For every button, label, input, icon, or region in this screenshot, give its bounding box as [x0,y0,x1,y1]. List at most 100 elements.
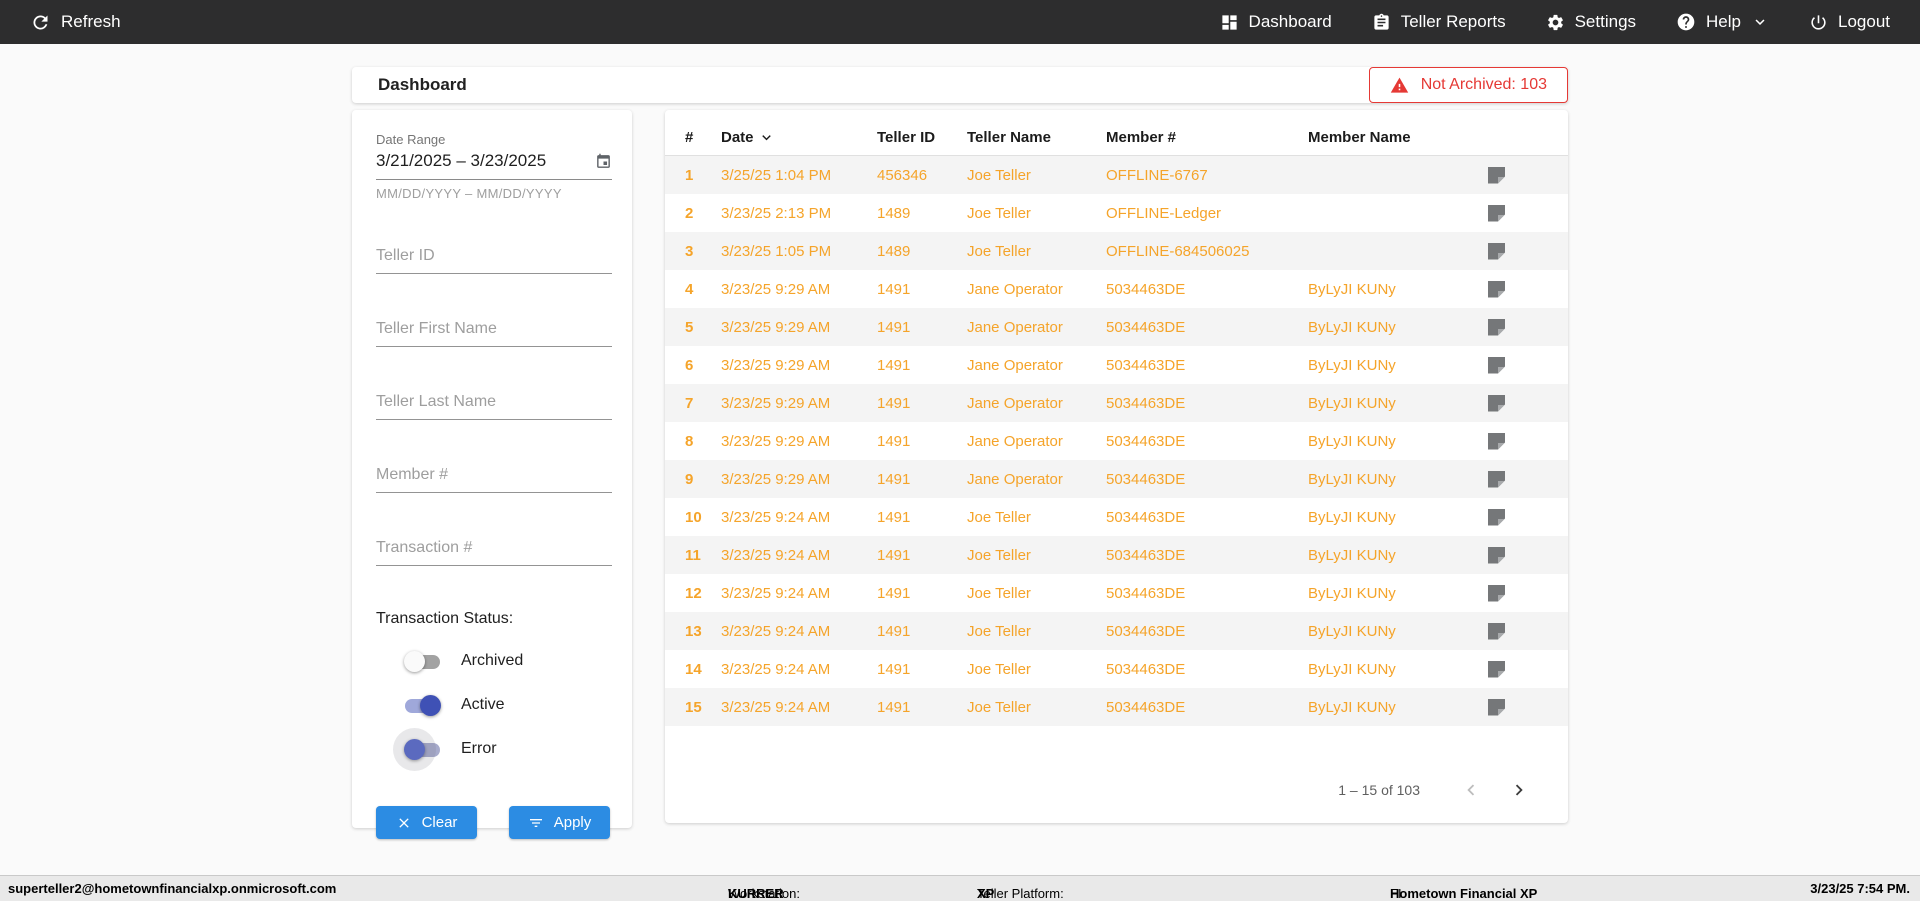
table-row[interactable]: 12 3/23/25 9:24 AM 1491 Joe Teller 5034463DE… [665,574,1568,612]
note-icon[interactable] [1488,699,1505,716]
cell-date: 3/23/25 1:05 PM [721,242,832,260]
filter-sidebar: Date Range 3/21/2025 – 3/23/2025 MM/DD/Y… [352,110,632,839]
note-icon[interactable] [1488,471,1505,488]
cell-member-name: ByLyJI KUNy [1308,356,1396,374]
apply-button-label: Apply [553,814,592,831]
cell-teller-id: 1491 [877,318,911,336]
previous-page-button[interactable] [1460,779,1482,801]
table-row[interactable]: 5 3/23/25 9:29 AM 1491 Jane Operator 5034463… [665,308,1568,346]
calendar-icon[interactable] [595,153,612,170]
note-icon[interactable] [1488,205,1505,222]
row-number: 1 [685,166,694,184]
cell-teller-id: 1491 [877,280,911,298]
column-header-date[interactable]: Date [721,129,877,146]
nav-item-dashboard[interactable]: Dashboard [1220,12,1332,32]
cell-teller-name: Jane Operator [967,432,1063,450]
table-row[interactable]: 14 3/23/25 9:24 AM 1491 Joe Teller 5034463DE… [665,650,1568,688]
note-icon[interactable] [1488,509,1505,526]
table-row[interactable]: 4 3/23/25 9:29 AM 1491 Jane Operator 5034463… [665,270,1568,308]
toggle-row-active: Active [376,694,610,716]
apply-button[interactable]: Apply [509,806,610,839]
archived-toggle-label: Archived [461,652,524,669]
sort-descending-icon [758,129,775,146]
date-range-label: Date Range [376,132,446,147]
table-row[interactable]: 9 3/23/25 9:29 AM 1491 Jane Operator 5034463… [665,460,1568,498]
note-icon[interactable] [1488,281,1505,298]
cell-teller-name: Jane Operator [967,280,1063,298]
teller-id-input[interactable] [376,243,612,274]
note-icon[interactable] [1488,395,1505,412]
column-header-teller-id[interactable]: Teller ID [877,129,967,146]
cell-teller-id: 1491 [877,356,911,374]
note-icon[interactable] [1488,661,1505,678]
cell-date: 3/23/25 9:24 AM [721,660,831,678]
column-header-member-name[interactable]: Member Name [1308,129,1488,146]
date-range-hint: MM/DD/YYYY – MM/DD/YYYY [376,186,562,201]
nav-item-label: Logout [1838,12,1890,31]
date-range-value: 3/21/2025 – 3/23/2025 [376,151,547,170]
not-archived-badge[interactable]: Not Archived: 103 [1368,67,1568,103]
cell-member-name: ByLyJI KUNy [1308,280,1396,298]
next-page-button[interactable] [1508,779,1530,801]
nav-item-label: Help [1706,12,1741,31]
note-icon[interactable] [1488,433,1505,450]
cell-date: 3/25/25 1:04 PM [721,166,832,184]
table-row[interactable]: 1 3/25/25 1:04 PM 456346 Joe Teller OFFLINE-… [665,156,1568,194]
refresh-button[interactable]: Refresh [30,12,121,33]
notes-cell [1488,585,1548,602]
fi-value: Hometown Financial XP [1390,886,1538,901]
cell-member-name: ByLyJI KUNy [1308,660,1396,678]
filter-icon [528,815,544,831]
archived-toggle[interactable] [404,650,441,672]
teller-first-name-input[interactable] [376,316,612,347]
table-row[interactable]: 13 3/23/25 9:24 AM 1491 Joe Teller 5034463DE… [665,612,1568,650]
table-row[interactable]: 8 3/23/25 9:29 AM 1491 Jane Operator 5034463… [665,422,1568,460]
row-number: 14 [685,660,702,678]
transaction-number-input[interactable] [376,535,612,566]
cell-member-name: ByLyJI KUNy [1308,318,1396,336]
cell-teller-id: 456346 [877,166,928,184]
table-row[interactable]: 15 3/23/25 9:24 AM 1491 Joe Teller 5034463DE… [665,688,1568,726]
member-number-input[interactable] [376,462,612,493]
cell-teller-name: Joe Teller [967,242,1031,260]
column-header-member-num[interactable]: Member # [1106,129,1308,146]
cell-date: 3/23/25 9:29 AM [721,470,831,488]
table-row[interactable]: 7 3/23/25 9:29 AM 1491 Jane Operator 5034463… [665,384,1568,422]
clear-button[interactable]: Clear [376,806,477,839]
teller-last-name-input[interactable] [376,389,612,420]
note-icon[interactable] [1488,547,1505,564]
cell-teller-name: Joe Teller [967,698,1031,716]
notes-cell [1488,243,1548,260]
table-row[interactable]: 3 3/23/25 1:05 PM 1489 Joe Teller OFFLINE-68… [665,232,1568,270]
nav-item-teller-reports[interactable]: Teller Reports [1372,12,1506,32]
footer-timestamp: 3/23/25 7:54 PM. [1810,881,1910,896]
top-nav-bar: Refresh Dashboard Teller Reports Setting… [0,0,1920,44]
active-toggle[interactable] [404,694,441,716]
nav-item-help[interactable]: Help [1676,12,1769,32]
cell-member-num: 5034463DE [1106,356,1186,374]
cell-teller-name: Jane Operator [967,318,1063,336]
note-icon[interactable] [1488,319,1505,336]
table-row[interactable]: 11 3/23/25 9:24 AM 1491 Joe Teller 5034463DE… [665,536,1568,574]
nav-item-label: Teller Reports [1400,12,1506,31]
note-icon[interactable] [1488,167,1505,184]
cell-date: 3/23/25 9:29 AM [721,394,831,412]
cell-member-name: ByLyJI KUNy [1308,432,1396,450]
nav-item-settings[interactable]: Settings [1546,12,1636,32]
note-icon[interactable] [1488,243,1505,260]
column-header-teller-name[interactable]: Teller Name [967,129,1106,146]
column-header-num[interactable]: # [685,129,721,146]
column-header-date-label: Date [721,129,754,146]
table-row[interactable]: 2 3/23/25 2:13 PM 1489 Joe Teller OFFLINE-Le… [665,194,1568,232]
date-range-field[interactable]: 3/21/2025 – 3/23/2025 [376,151,612,180]
nav-item-logout[interactable]: Logout [1809,12,1890,32]
cell-member-num: 5034463DE [1106,394,1186,412]
note-icon[interactable] [1488,357,1505,374]
cell-teller-name: Jane Operator [967,394,1063,412]
pagination-range-label: 1 – 15 of 103 [1338,782,1420,798]
table-row[interactable]: 10 3/23/25 9:24 AM 1491 Joe Teller 5034463DE… [665,498,1568,536]
note-icon[interactable] [1488,585,1505,602]
note-icon[interactable] [1488,623,1505,640]
table-row[interactable]: 6 3/23/25 9:29 AM 1491 Jane Operator 5034463… [665,346,1568,384]
error-toggle[interactable] [404,738,441,760]
